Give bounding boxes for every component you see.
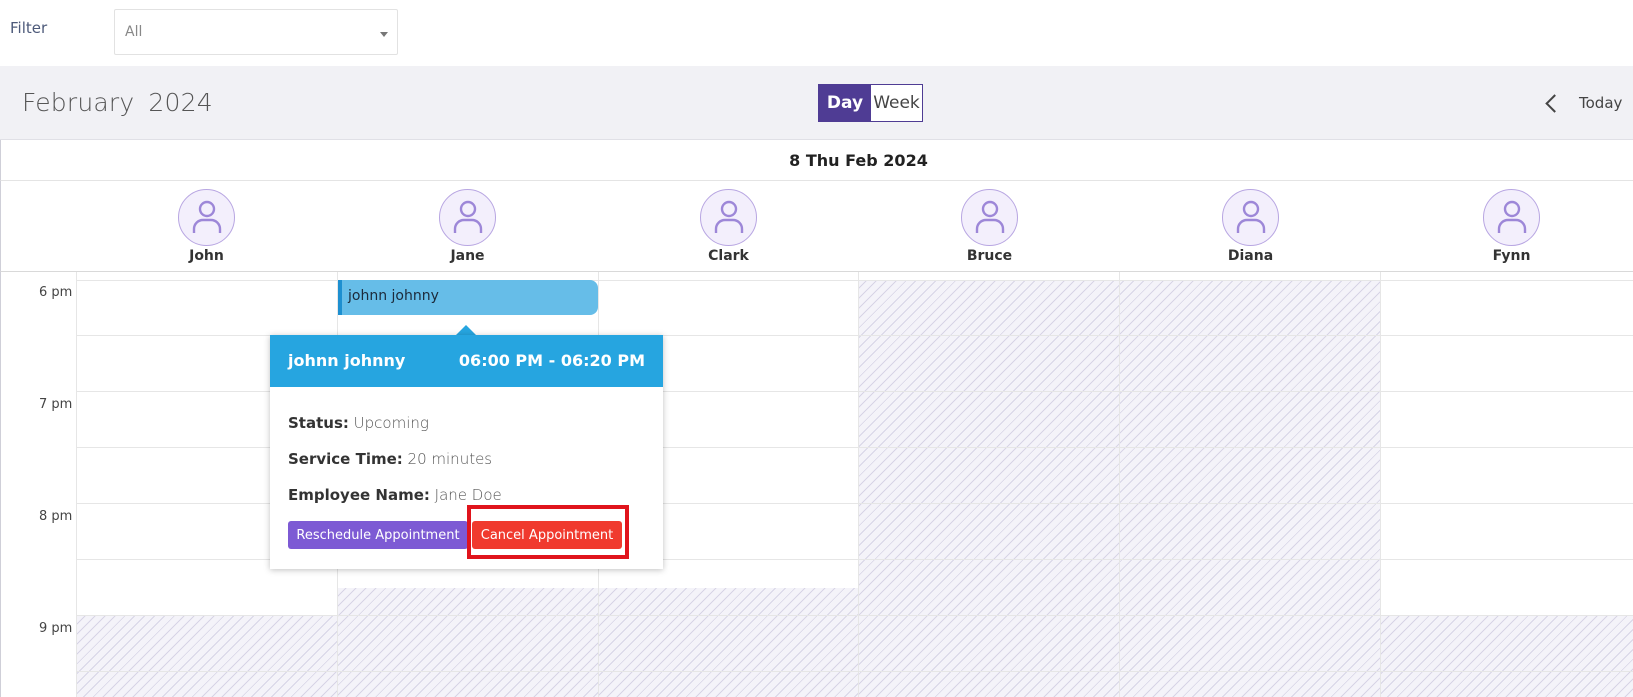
resource-name: Clark [708,248,749,264]
column-divider [858,272,859,697]
row-divider [76,280,1633,281]
resource-name: Bruce [966,248,1013,264]
popup-arrow [456,325,476,335]
popup-client-name: johnn johnny [288,351,406,370]
popup-time-range: 06:00 PM - 06:20 PM [458,351,645,370]
row-divider [76,671,1633,672]
date-navigation: Today [1545,92,1633,114]
employee-label: Employee Name: [288,486,430,504]
filter-label: Filter [10,19,48,37]
status-label: Status: [288,414,349,432]
unavailable-slot-fynn [1380,616,1633,697]
employee-row: Employee Name: Jane Doe [288,486,502,504]
employee-value: Jane Doe [434,486,502,504]
service-time-row: Service Time: 20 minutes [288,450,492,468]
time-label: 8 pm [39,509,73,524]
appointment-event[interactable]: johnn johnny [338,280,598,315]
time-label: 9 pm [39,621,73,636]
week-view-button[interactable]: Week [871,85,922,121]
reschedule-appointment-button[interactable]: Reschedule Appointment [288,521,468,549]
today-button[interactable]: Today [1579,94,1622,112]
filter-select-value: All [125,24,143,40]
resource-diana: Diana [1120,181,1381,272]
unavailable-slot-jane [337,588,598,697]
highlight-annotation [467,505,629,559]
view-switch: Day Week [818,84,923,122]
user-icon [700,189,757,246]
event-title: johnn johnny [348,288,439,304]
column-divider [1380,272,1381,697]
resource-fynn: Fynn [1381,181,1633,272]
resource-name: Jane [450,248,485,264]
date-header: 8 Thu Feb 2024 [0,140,1633,181]
current-date: 8 Thu Feb 2024 [789,151,928,170]
time-label: 6 pm [39,285,73,300]
resource-bruce: Bruce [859,181,1120,272]
unavailable-slot-clark [598,588,858,697]
resource-name: Diana [1227,248,1274,264]
user-icon [1483,189,1540,246]
status-row: Status: Upcoming [288,414,429,432]
resource-header: John Jane Clark Bruce Diana Fynn [0,181,1633,272]
chevron-left-icon[interactable] [1545,92,1557,114]
resource-name: John [189,248,224,264]
month-title: February 2024 [22,88,213,117]
service-time-value: 20 minutes [407,450,493,468]
filter-select[interactable]: All [114,9,398,55]
resource-name: Fynn [1492,248,1531,264]
time-label: 7 pm [39,397,73,412]
status-value: Upcoming [353,414,429,432]
filter-bar: Filter All [0,0,1633,66]
day-view-button[interactable]: Day [819,85,871,121]
user-icon [961,189,1018,246]
resource-jane: Jane [337,181,598,272]
user-icon [439,189,496,246]
column-divider [76,272,77,697]
service-time-label: Service Time: [288,450,403,468]
unavailable-slot-john [76,616,337,697]
user-icon [1222,189,1279,246]
resource-john: John [76,181,337,272]
year: 2024 [148,88,213,117]
schedule-grid: 6 pm 7 pm 8 pm 9 pm johnn johnny [0,272,1633,697]
row-divider [76,615,1633,616]
user-icon [178,189,235,246]
column-divider [1119,272,1120,697]
resource-clark: Clark [598,181,859,272]
month-name: February [22,88,135,117]
chevron-down-icon [380,32,388,37]
popup-header: johnn johnny 06:00 PM - 06:20 PM [270,335,663,387]
calendar-toolbar: February 2024 Day Week Today [0,66,1633,140]
